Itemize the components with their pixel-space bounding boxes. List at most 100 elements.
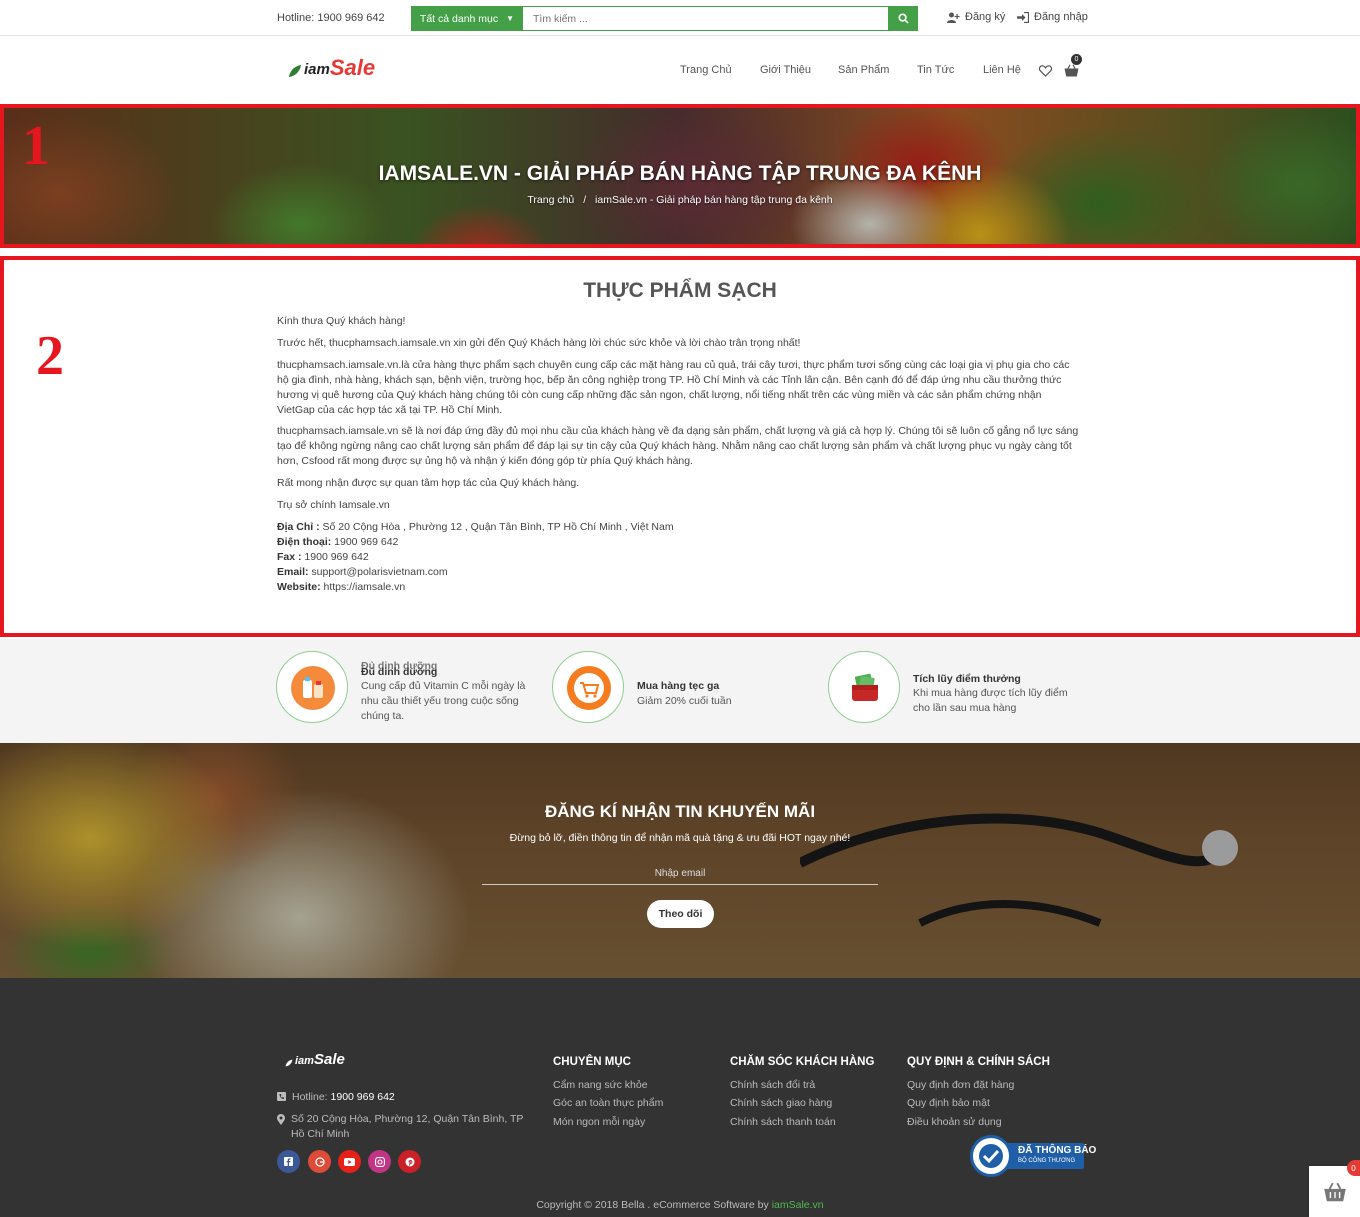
nav-item-products[interactable]: Sản Phẩm — [838, 64, 889, 76]
breadcrumb-current: iamSale.vn - Giải pháp bán hàng tập trun… — [595, 194, 833, 206]
floating-cart-count: 0 — [1347, 1160, 1360, 1176]
contact-fax: Fax : 1900 969 642 — [277, 550, 1082, 565]
content-commitment: thucphamsach.iamsale.vn sẽ là nơi đáp ứn… — [277, 425, 1079, 467]
nav-item-news[interactable]: Tin Tức — [917, 64, 954, 76]
badge-line2: BỘ CÔNG THƯƠNG — [1018, 1158, 1076, 1164]
contact-phone: Điện thoại: 1900 969 642 — [277, 535, 1082, 550]
footer-link-food-safety[interactable]: Góc an toàn thực phẩm — [553, 1097, 663, 1109]
footer-logo-prefix: iam — [295, 1055, 314, 1067]
content-title: THỰC PHẨM SẠCH — [583, 279, 777, 302]
footer-address: Số 20 Cộng Hòa, Phường 12, Quận Tân Bình… — [277, 1112, 537, 1142]
footer-hotline: Hotline: 1900 969 642 — [277, 1091, 395, 1103]
pinterest-button[interactable] — [398, 1150, 421, 1173]
page-banner: IAMSALE.VN - GIẢI PHÁP BÁN HÀNG TẬP TRUN… — [0, 104, 1360, 248]
sign-in-icon — [1017, 11, 1029, 23]
phone-label: Điện thoại: — [277, 536, 332, 548]
content-greeting: Kính thưa Quý khách hàng! — [277, 315, 406, 327]
breadcrumb: Trang chủ / iamSale.vn - Giải pháp bán h… — [0, 194, 1360, 206]
facebook-icon — [284, 1157, 293, 1166]
badge-line1: ĐÃ THÔNG BÁO — [1018, 1145, 1097, 1156]
fax-value: 1900 969 642 — [301, 551, 369, 563]
cart-count-badge: 0 — [1071, 54, 1082, 65]
newsletter-title: ĐĂNG KÍ NHẬN TIN KHUYẾN MÃI — [544, 802, 816, 821]
site-logo[interactable]: iam Sale — [288, 57, 375, 79]
category-dropdown[interactable]: Tất cả danh mục ▼ — [411, 6, 523, 31]
annotation-number-2: 2 — [36, 325, 64, 387]
contact-address: Địa Chỉ : Số 20 Cộng Hòa , Phường 12 , Q… — [277, 520, 1082, 535]
feature-3-title: Tích lũy điểm thưởng — [913, 673, 1021, 685]
footer-logo[interactable]: iam Sale — [285, 1051, 345, 1068]
youtube-button[interactable] — [338, 1150, 361, 1173]
checkmark-icon — [970, 1135, 1012, 1177]
features-strip: Đủ dinh dưỡng Đủ dinh dưỡng Cung cấp đủ … — [0, 639, 1360, 743]
facebook-button[interactable] — [277, 1150, 300, 1173]
footer-address-text: Số 20 Cộng Hòa, Phường 12, Quận Tân Bình… — [291, 1113, 524, 1140]
map-marker-icon — [277, 1114, 285, 1125]
content-hq-heading: Trụ sở chính Iamsale.vn — [277, 499, 390, 511]
newsletter-section: ĐĂNG KÍ NHẬN TIN KHUYẾN MÃI Đừng bỏ lỡ, … — [0, 743, 1360, 978]
user-plus-icon — [947, 12, 960, 23]
content-description: thucphamsach.iamsale.vn.là cửa hàng thực… — [277, 359, 1070, 416]
content-closing: Rất mong nhận được sự quan tâm hợp tác c… — [277, 477, 580, 489]
category-dropdown-label: Tất cả danh mục — [419, 12, 499, 25]
footer-link-order-rules[interactable]: Quy định đơn đặt hàng — [907, 1079, 1014, 1091]
top-bar: Hotline: 1900 969 642 Tất cả danh mục ▼ … — [0, 0, 1360, 36]
footer-link-health-guide[interactable]: Cẩm nang sức khỏe — [553, 1079, 648, 1091]
caret-down-icon: ▼ — [506, 14, 515, 23]
website-value[interactable]: https://iamsale.vn — [321, 581, 405, 593]
footer-col1-title: CHUYÊN MỤC — [553, 1056, 631, 1068]
feature-1-title: Đủ dinh dưỡng — [361, 666, 438, 678]
register-link[interactable]: Đăng ký — [947, 11, 1005, 23]
nav-item-home[interactable]: Trang Chủ — [680, 64, 732, 76]
logo-leaf-icon — [285, 1059, 293, 1067]
instagram-icon — [374, 1156, 385, 1167]
register-label: Đăng ký — [965, 11, 1006, 23]
fax-label: Fax : — [277, 551, 302, 563]
footer-link-daily-dishes[interactable]: Món ngon mỗi ngày — [553, 1116, 645, 1128]
basket-icon[interactable] — [1064, 64, 1079, 77]
feature-1-desc: Cung cấp đủ Vitamin C mỗi ngày là nhu cầ… — [361, 680, 526, 722]
contact-email: Email: support@polarisvietnam.com — [277, 565, 1082, 580]
phone-value: 1900 969 642 — [331, 536, 399, 548]
footer-logo-main: Sale — [313, 1051, 345, 1068]
feature-2-circle — [552, 651, 624, 723]
feature-3-desc: Khi mua hàng được tích lũy điểm cho lần … — [913, 687, 1068, 714]
search-input[interactable] — [523, 6, 889, 31]
footer-col2-title: CHĂM SÓC KHÁCH HÀNG — [730, 1056, 875, 1068]
contact-info: Địa Chỉ : Số 20 Cộng Hòa , Phường 12 , Q… — [277, 520, 1082, 595]
bottles-icon — [291, 666, 335, 710]
footer-link-return-policy[interactable]: Chính sách đổi trả — [730, 1079, 815, 1091]
search-button[interactable] — [889, 6, 918, 31]
email-label: Email: — [277, 566, 309, 578]
copyright-brand-link[interactable]: iamSale.vn — [772, 1199, 824, 1211]
youtube-icon — [344, 1157, 355, 1166]
annotation-number-1: 1 — [22, 115, 50, 177]
banner-title: IAMSALE.VN - GIẢI PHÁP BÁN HÀNG TẬP TRUN… — [378, 162, 982, 185]
newsletter-email-input[interactable] — [482, 863, 878, 885]
instagram-button[interactable] — [368, 1150, 391, 1173]
heart-icon[interactable] — [1039, 65, 1052, 77]
search-box: Tất cả danh mục ▼ — [411, 6, 918, 31]
website-label: Website: — [277, 581, 321, 593]
google-plus-button[interactable] — [308, 1150, 331, 1173]
search-icon — [898, 13, 909, 24]
footer-link-privacy[interactable]: Quy định bảo mật — [907, 1097, 990, 1109]
footer-hotline-number[interactable]: 1900 969 642 — [331, 1091, 395, 1103]
breadcrumb-home[interactable]: Trang chủ — [527, 194, 574, 206]
shopping-cart-icon — [567, 666, 611, 710]
nav-item-contact[interactable]: Liên Hệ — [983, 64, 1021, 76]
email-value[interactable]: support@polarisvietnam.com — [309, 566, 447, 578]
footer-col3-title: QUY ĐỊNH & CHÍNH SÁCH — [907, 1056, 1050, 1068]
subscribe-button[interactable]: Theo dõi — [647, 900, 714, 928]
nav-item-about[interactable]: Giới Thiệu — [760, 64, 811, 76]
footer-link-payment-policy[interactable]: Chính sách thanh toán — [730, 1116, 836, 1128]
footer-link-shipping-policy[interactable]: Chính sách giao hàng — [730, 1097, 832, 1109]
newsletter-subtitle: Đừng bỏ lỡ, điền thông tin để nhận mã qu… — [509, 832, 851, 844]
login-link[interactable]: Đăng nhập — [1017, 11, 1088, 23]
logo-leaf-icon — [289, 65, 301, 77]
login-label: Đăng nhập — [1034, 11, 1088, 23]
address-label: Địa Chỉ : — [277, 521, 320, 533]
ministry-badge[interactable]: ĐÃ THÔNG BÁO BỘ CÔNG THƯƠNG — [970, 1135, 1096, 1177]
footer-link-terms[interactable]: Điều khoản sử dụng — [907, 1116, 1002, 1128]
feature-2-title: Mua hàng tẹc ga — [637, 680, 720, 692]
